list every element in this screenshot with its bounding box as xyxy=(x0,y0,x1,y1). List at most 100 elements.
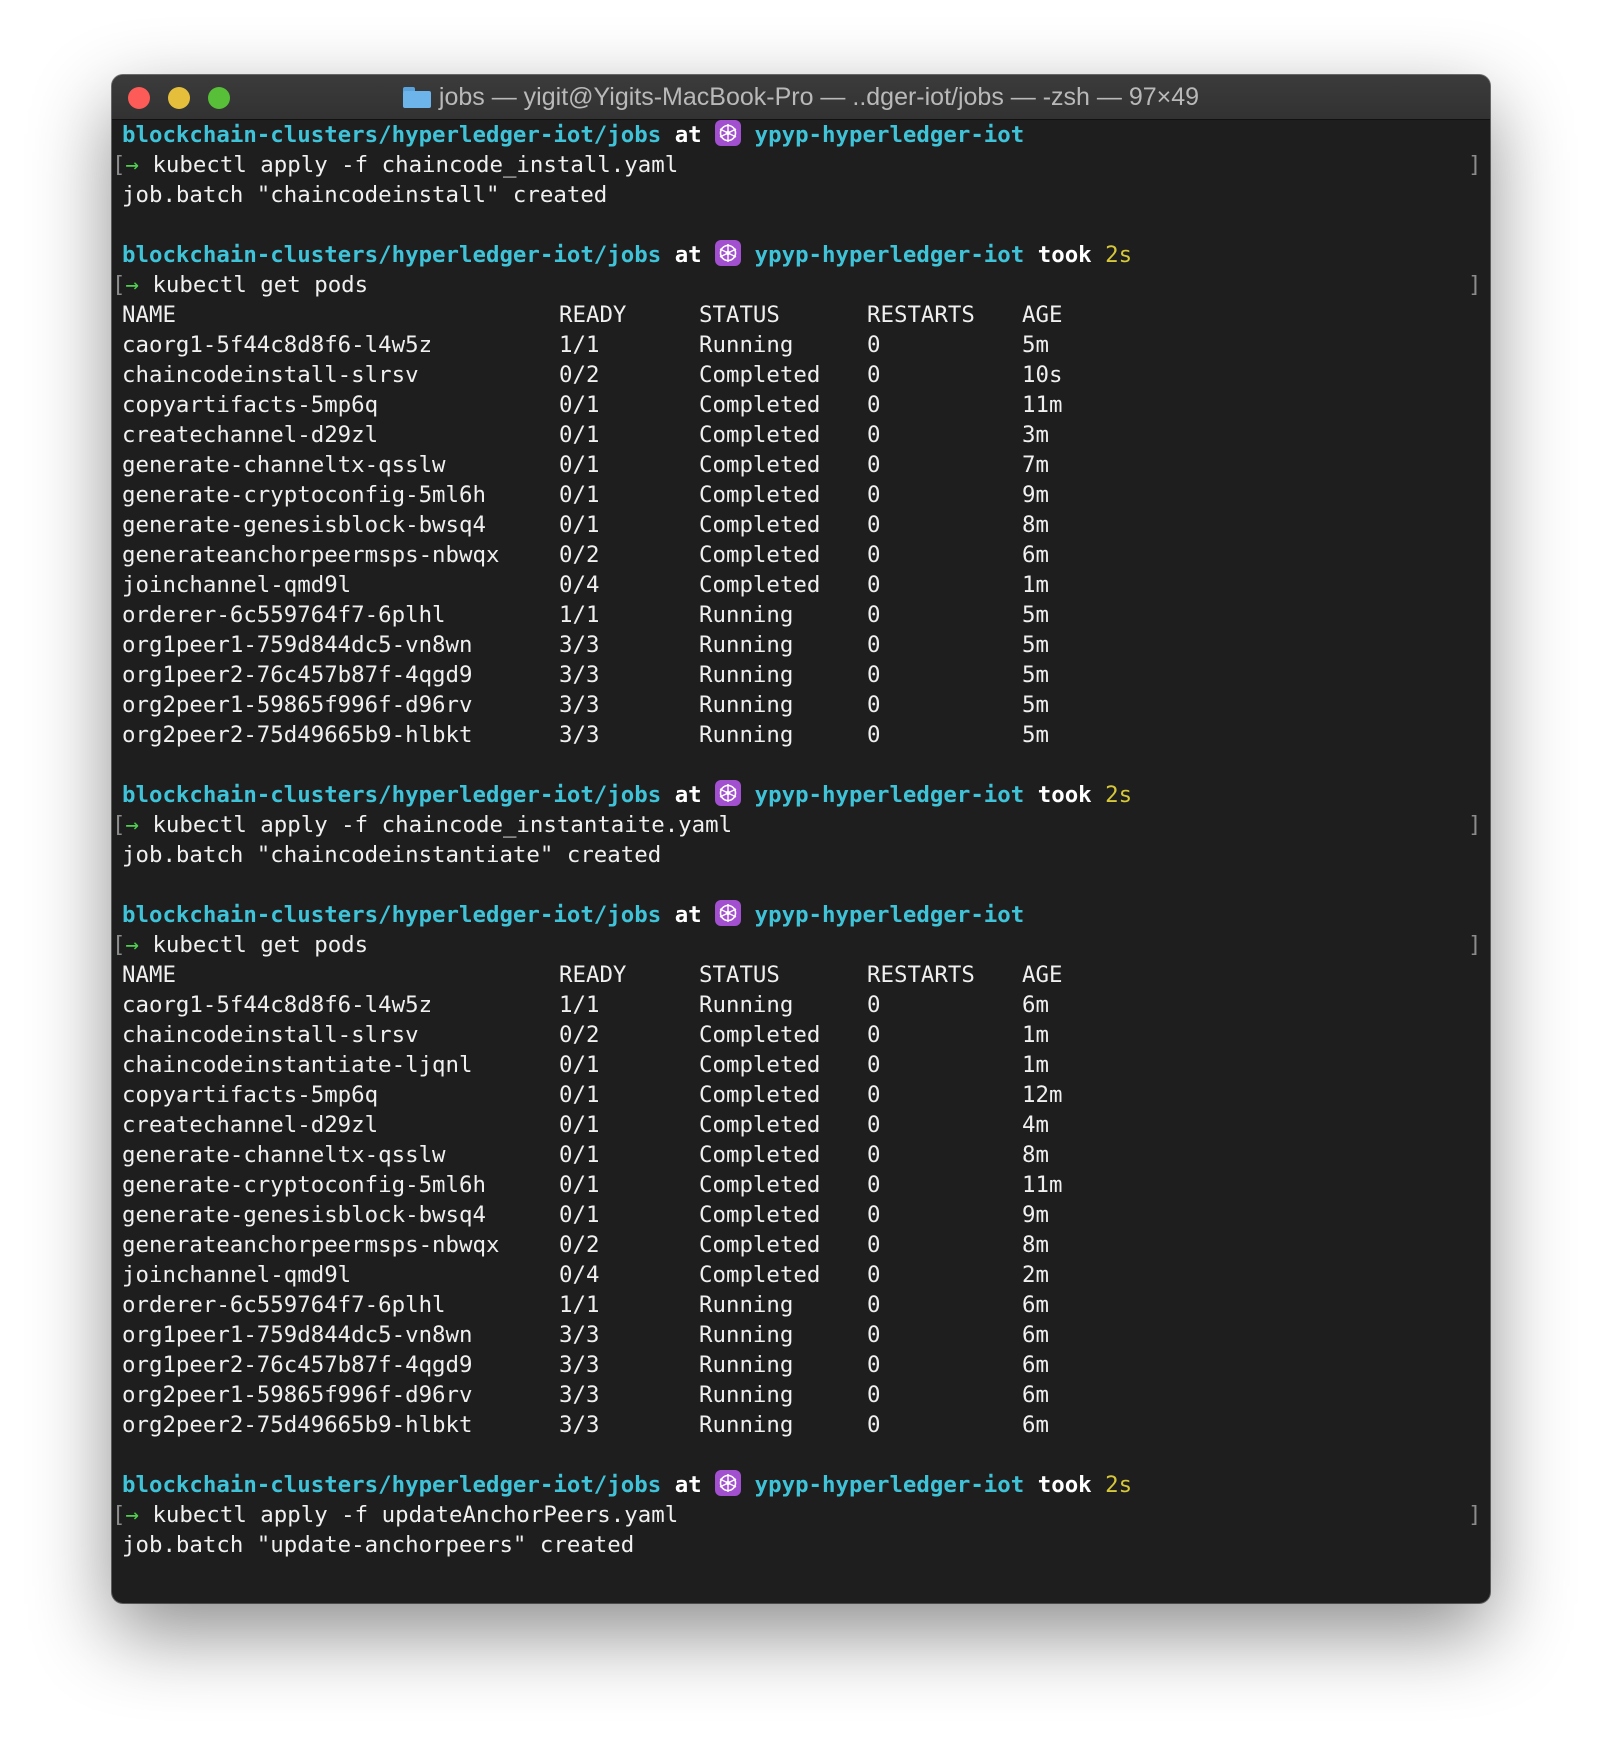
title-bar[interactable]: jobs — yigit@Yigits-MacBook-Pro — ..dger… xyxy=(112,75,1490,120)
command-text[interactable]: kubectl apply -f chaincode_install.yaml xyxy=(152,152,678,178)
table-cell: generate-cryptoconfig-5ml6h xyxy=(122,1172,486,1198)
table-cell: caorg1-5f44c8d8f6-l4w5z xyxy=(122,992,433,1018)
prompt-context: ypyp-hyperledger-iot xyxy=(754,902,1025,928)
table-row: caorg1-5f44c8d8f6-l4w5z 1/1 Running 0 5m xyxy=(122,330,1490,360)
table-row: copyartifacts-5mp6q 0/1 Completed 0 12m xyxy=(122,1080,1490,1110)
table-cell: Completed xyxy=(699,1022,821,1048)
table-cell: 0 xyxy=(867,992,881,1018)
table-row: org1peer2-76c457b87f-4qgd9 3/3 Running 0 5m xyxy=(122,660,1490,690)
table-cell: Completed xyxy=(699,512,821,538)
table-cell: Completed xyxy=(699,452,821,478)
prompt-arrow: → xyxy=(125,152,139,178)
table-row: generate-genesisblock-bwsq4 0/1 Completed 0… xyxy=(122,510,1490,540)
table-cell: Running xyxy=(699,992,794,1018)
command-text[interactable]: kubectl get pods xyxy=(152,932,368,958)
table-row: orderer-6c559764f7-6plhl 1/1 Running 0 5m xyxy=(122,600,1490,630)
left-bracket: [ xyxy=(112,152,126,178)
table-row: chaincodeinstantiate-ljqnl 0/1 Completed 0 1… xyxy=(122,1050,1490,1080)
column-header: AGE xyxy=(1022,962,1063,988)
terminal-window[interactable]: jobs — yigit@Yigits-MacBook-Pro — ..dger… xyxy=(112,75,1490,1603)
kubernetes-icon xyxy=(715,120,742,146)
table-row: caorg1-5f44c8d8f6-l4w5z 1/1 Running 0 6m xyxy=(122,990,1490,1020)
right-bracket: ] xyxy=(1468,1502,1482,1528)
command-text[interactable]: kubectl apply -f updateAnchorPeers.yaml xyxy=(152,1502,678,1528)
terminal-output[interactable]: blockchain-clusters/hyperledger-iot/jobs… xyxy=(112,120,1490,1603)
prompt-line: blockchain-clusters/hyperledger-iot/jobs… xyxy=(122,120,1490,150)
table-row: generate-cryptoconfig-5ml6h 0/1 Completed 0… xyxy=(122,1170,1490,1200)
table-cell: 0/4 xyxy=(559,572,600,598)
table-cell: 0 xyxy=(867,572,881,598)
left-bracket: [ xyxy=(112,932,126,958)
table-cell: generate-channeltx-qsslw xyxy=(122,452,446,478)
table-cell: 3/3 xyxy=(559,1412,600,1438)
table-cell: 0 xyxy=(867,392,881,418)
table-cell: 0 xyxy=(867,722,881,748)
table-cell: org1peer1-759d844dc5-vn8wn xyxy=(122,1322,473,1348)
table-cell: org2peer1-59865f996f-d96rv xyxy=(122,1382,473,1408)
table-cell: Completed xyxy=(699,482,821,508)
kubernetes-icon xyxy=(715,900,742,926)
table-cell: Running xyxy=(699,1382,794,1408)
kubernetes-icon xyxy=(715,1470,742,1496)
table-cell: 9m xyxy=(1022,482,1049,508)
prompt-took: took xyxy=(1037,242,1092,268)
table-cell: orderer-6c559764f7-6plhl xyxy=(122,1292,446,1318)
table-cell: 1/1 xyxy=(559,1292,600,1318)
left-bracket: [ xyxy=(112,812,126,838)
command-text[interactable]: kubectl get pods xyxy=(152,272,368,298)
column-header: READY xyxy=(559,962,627,988)
table-cell: 3/3 xyxy=(559,722,600,748)
table-row: joinchannel-qmd9l 0/4 Completed 0 2m xyxy=(122,1260,1490,1290)
table-cell: 1/1 xyxy=(559,332,600,358)
table-cell: Running xyxy=(699,1412,794,1438)
right-bracket: ] xyxy=(1468,152,1482,178)
table-cell: 0/1 xyxy=(559,482,600,508)
table-cell: Completed xyxy=(699,1082,821,1108)
table-cell: generateanchorpeermsps-nbwqx xyxy=(122,542,500,568)
column-header: RESTARTS xyxy=(867,962,975,988)
table-cell: 0 xyxy=(867,1082,881,1108)
table-row: generateanchorpeermsps-nbwqx 0/2 Completed… xyxy=(122,540,1490,570)
table-cell: joinchannel-qmd9l xyxy=(122,572,352,598)
table-cell: 5m xyxy=(1022,692,1049,718)
output-text: job.batch "chaincodeinstantiate" created xyxy=(122,842,662,868)
table-row: org1peer2-76c457b87f-4qgd9 3/3 Running 0 6m xyxy=(122,1350,1490,1380)
table-cell: 3/3 xyxy=(559,662,600,688)
table-cell: 11m xyxy=(1022,1172,1063,1198)
window-title: jobs — yigit@Yigits-MacBook-Pro — ..dger… xyxy=(112,75,1490,119)
table-cell: 9m xyxy=(1022,1202,1049,1228)
table-cell: 0 xyxy=(867,362,881,388)
table-cell: 5m xyxy=(1022,662,1049,688)
table-cell: 0 xyxy=(867,1412,881,1438)
table-cell: 8m xyxy=(1022,512,1049,538)
table-cell: orderer-6c559764f7-6plhl xyxy=(122,602,446,628)
right-bracket: ] xyxy=(1468,272,1482,298)
table-cell: 5m xyxy=(1022,332,1049,358)
table-cell: generate-genesisblock-bwsq4 xyxy=(122,512,486,538)
right-bracket: ] xyxy=(1468,812,1482,838)
table-cell: copyartifacts-5mp6q xyxy=(122,392,379,418)
table-cell: 6m xyxy=(1022,992,1049,1018)
kubernetes-icon xyxy=(715,240,742,266)
window-title-text: jobs — yigit@Yigits-MacBook-Pro — ..dger… xyxy=(438,82,1200,111)
table-row: createchannel-d29zl 0/1 Completed 0 4m xyxy=(122,1110,1490,1140)
table-cell: Running xyxy=(699,1322,794,1348)
table-cell: Running xyxy=(699,602,794,628)
table-cell: 3m xyxy=(1022,422,1049,448)
table-row: org2peer1-59865f996f-d96rv 3/3 Running 0 5m xyxy=(122,690,1490,720)
table-cell: joinchannel-qmd9l xyxy=(122,1262,352,1288)
table-cell: 0/1 xyxy=(559,452,600,478)
command-text[interactable]: kubectl apply -f chaincode_instantaite.y… xyxy=(152,812,732,838)
table-cell: 0/1 xyxy=(559,1142,600,1168)
table-cell: 0/1 xyxy=(559,1112,600,1138)
table-row: chaincodeinstall-slrsv 0/2 Completed 0 1m xyxy=(122,1020,1490,1050)
table-cell: 0 xyxy=(867,512,881,538)
table-row: generateanchorpeermsps-nbwqx 0/2 Completed… xyxy=(122,1230,1490,1260)
prompt-at: at xyxy=(674,242,702,268)
table-cell: Completed xyxy=(699,1142,821,1168)
table-cell: Completed xyxy=(699,572,821,598)
table-cell: 0 xyxy=(867,632,881,658)
table-cell: Completed xyxy=(699,1202,821,1228)
